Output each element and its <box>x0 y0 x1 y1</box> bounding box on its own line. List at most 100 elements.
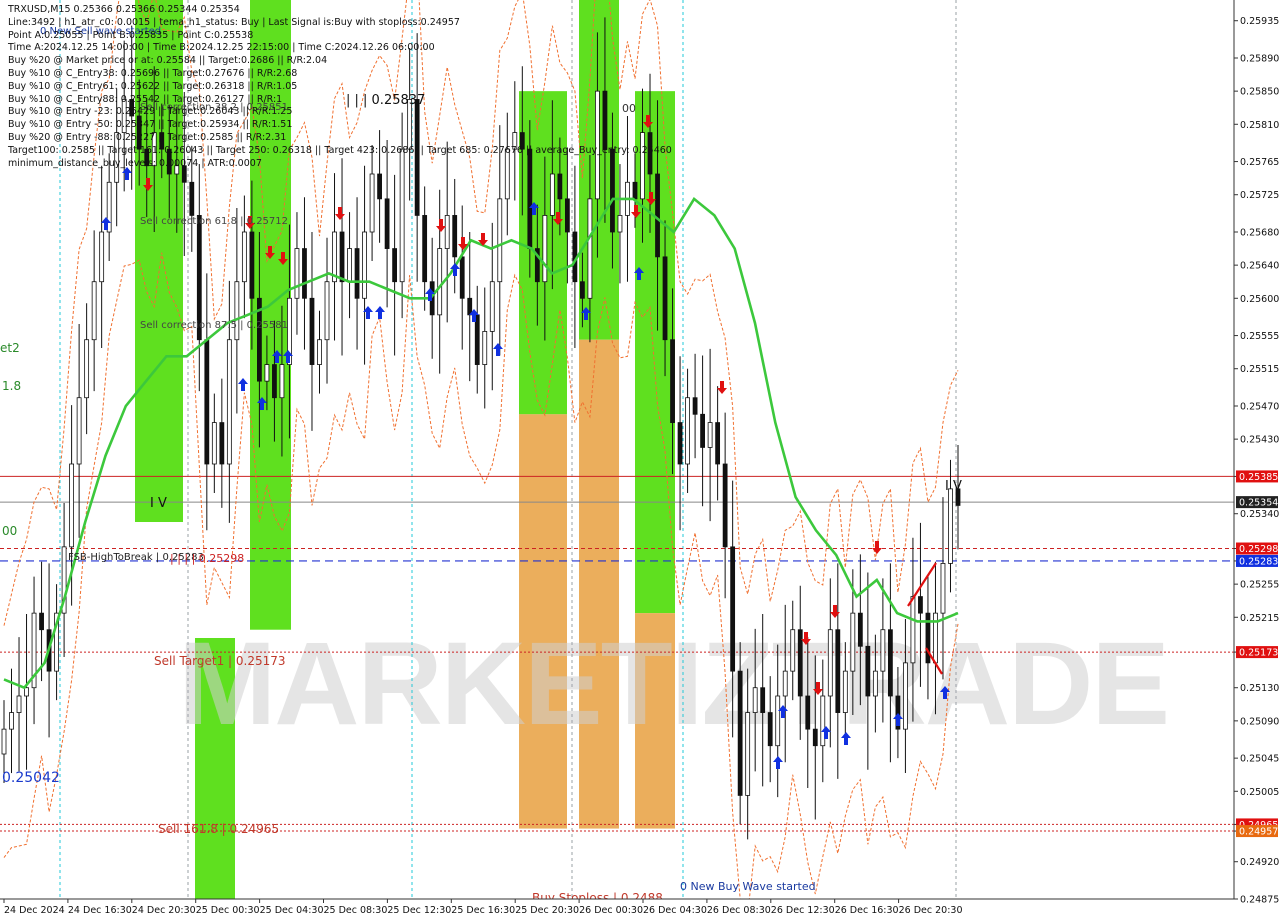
info-line: Target100: 0.2585 || Target 161: 0.26043… <box>8 144 672 156</box>
info-line: Line:3492 | h1_atr_c0: 0.0015 | tema_h1_… <box>8 16 460 28</box>
price-tick-label: 0.25555 <box>1240 331 1279 342</box>
candle-body <box>452 215 458 258</box>
candle-body <box>317 339 322 365</box>
candle-body <box>211 422 217 465</box>
price-tick-label: 0.25515 <box>1240 364 1279 375</box>
iv-mark: I V <box>150 496 167 511</box>
info-line: Buy %10 @ C_Entry88: 0.25542 || Target:0… <box>8 93 283 105</box>
candle-body <box>700 413 705 448</box>
candle-body <box>219 422 225 465</box>
price-axis-bg <box>1234 0 1280 920</box>
fsb-marks: | | | | 0.25298 <box>170 552 244 565</box>
candle-body <box>842 670 848 713</box>
price-tick-label: 0.25470 <box>1240 402 1279 413</box>
candle-body <box>887 629 893 697</box>
price-badge-label: 0.25385 <box>1239 472 1278 483</box>
price-tick-label: 0.25340 <box>1240 509 1279 520</box>
candle-body <box>745 712 751 796</box>
candle-body <box>16 695 22 713</box>
price-tick-label: 0.25045 <box>1240 754 1279 765</box>
price-badge-label: 0.24957 <box>1239 827 1278 838</box>
candle-body <box>910 596 916 664</box>
candle-body <box>722 463 728 548</box>
candle-body <box>948 488 953 564</box>
candle-body <box>617 215 623 233</box>
candle-body <box>542 215 548 283</box>
price-tick-label: 0.25765 <box>1240 157 1279 168</box>
candle-body <box>580 281 585 299</box>
info-line: Buy %20 @ Entry -88: 0.25227 || Target:0… <box>8 131 287 143</box>
left-cut-label-3: 00 <box>2 524 17 538</box>
info-line: Buy %20 @ Market price or at: 0.25584 ||… <box>8 55 328 67</box>
sell-correction-618-label: Sell correction 61.8 | 0.25712 <box>140 216 288 227</box>
time-tick-label: 26 Dec 12:30 <box>771 905 835 916</box>
candle-body <box>775 695 781 747</box>
candle-body <box>782 670 788 697</box>
left-cut-label-2: 1.8 <box>2 379 21 393</box>
candle-body <box>362 231 367 299</box>
sell-1618-label: Sell 161.8 | 0.24965 <box>158 822 279 836</box>
candle-body <box>347 248 352 283</box>
price-tick-label: 0.24920 <box>1240 857 1279 868</box>
info-line: Buy %10 @ C_Entry61: 0.25622 || Target:0… <box>8 80 298 92</box>
candle-body <box>234 281 240 341</box>
candle-body <box>309 297 315 365</box>
candle-body <box>474 314 480 365</box>
time-tick-label: 26 Dec 04:30 <box>643 905 707 916</box>
candle-body <box>587 198 593 299</box>
info-line: minimum_distance_buy_levels: 0.00074 | A… <box>8 157 262 169</box>
candle-body <box>1 728 7 755</box>
candle-body <box>767 712 773 747</box>
price-tick-label: 0.25600 <box>1240 294 1279 305</box>
candle-body <box>715 422 721 465</box>
candle-body <box>685 397 690 465</box>
candle-body <box>564 198 570 233</box>
time-tick-label: 25 Dec 00:30 <box>196 905 260 916</box>
candle-body <box>880 629 886 672</box>
candle-body <box>69 463 75 548</box>
candle-body <box>264 364 270 382</box>
info-line: TRXUSD,M15 0.25366 0.25366 0.25344 0.253… <box>8 4 240 15</box>
candle-body <box>437 248 443 316</box>
candle-body <box>422 215 428 283</box>
candle-body <box>84 339 90 399</box>
candle-body <box>760 687 766 713</box>
time-tick-label: 26 Dec 08:30 <box>707 905 771 916</box>
price-tick-label: 0.25130 <box>1240 683 1279 694</box>
price-tick-label: 0.25935 <box>1240 16 1279 27</box>
candle-body <box>459 256 465 299</box>
price-tick-label: 0.25850 <box>1240 87 1279 98</box>
sell-target1-label: Sell Target1 | 0.25173 <box>154 654 286 668</box>
candle-body <box>302 248 307 299</box>
candle-body <box>99 231 105 283</box>
price-tick-label: 0.25215 <box>1240 613 1279 624</box>
candle-body <box>677 422 683 465</box>
time-tick-label: 26 Dec 16:30 <box>835 905 899 916</box>
candle-body <box>857 612 863 647</box>
candle-body <box>918 596 923 614</box>
time-tick-label: 25 Dec 12:30 <box>387 905 451 916</box>
candle-body <box>444 215 450 249</box>
candle-body <box>835 629 841 713</box>
candle-body <box>91 281 97 341</box>
price-badge-label: 0.25173 <box>1239 648 1278 659</box>
candle-body <box>549 173 555 216</box>
candle-body <box>9 712 14 730</box>
price-tick-label: 0.25890 <box>1240 54 1279 65</box>
time-tick-label: 26 Dec 00:30 <box>579 905 643 916</box>
candle-body <box>827 629 833 697</box>
info-line: Buy %10 @ C_Entry38: 0.25696 || Target:0… <box>8 67 298 79</box>
candle-body <box>384 198 390 249</box>
candle-body <box>730 546 736 672</box>
time-tick-label: 25 Dec 04:30 <box>260 905 324 916</box>
candle-body <box>707 422 713 448</box>
candle-body <box>369 173 375 233</box>
candle-body <box>189 181 195 216</box>
low-label: 0.25042 <box>2 770 60 786</box>
price-tick-label: 0.25005 <box>1240 787 1279 798</box>
candle-body <box>805 695 811 730</box>
iv-mark-2: I V <box>945 479 962 494</box>
time-tick-label: 24 Dec 16:30 <box>68 905 132 916</box>
info-line: Buy %10 @ Entry -50: 0.25347 || Target:0… <box>8 119 293 131</box>
candle-body <box>204 339 210 465</box>
